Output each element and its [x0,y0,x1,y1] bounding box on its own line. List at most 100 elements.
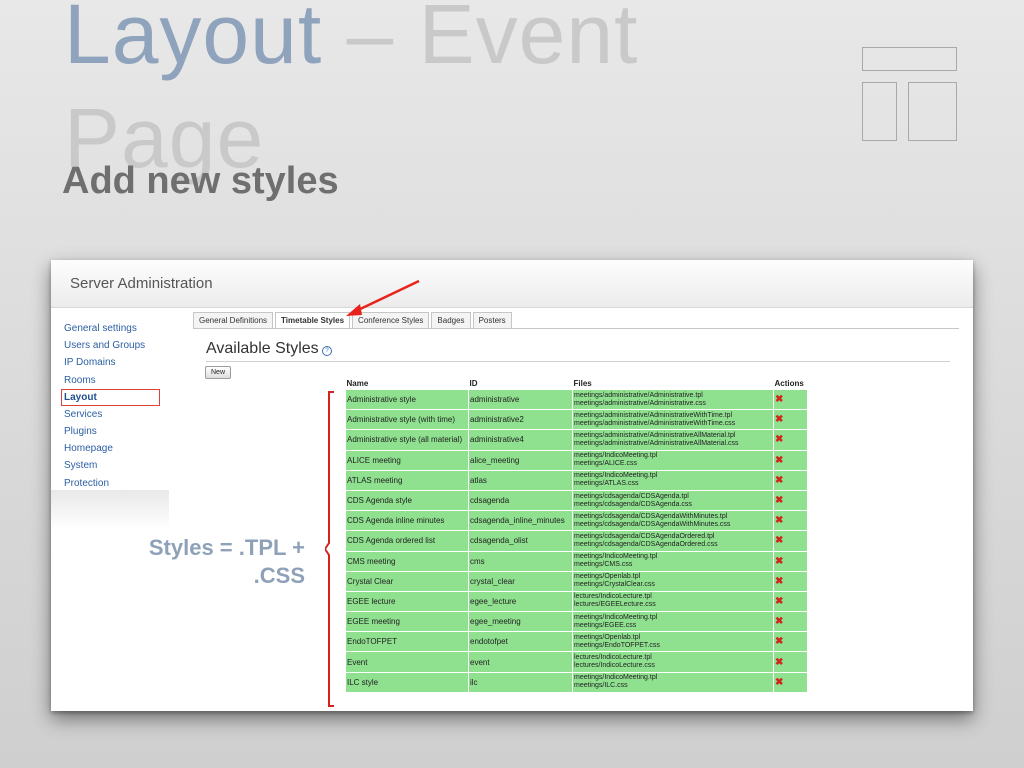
style-actions-cell: ✖ [773,388,808,411]
sidebar-item-plugins[interactable]: Plugins [63,423,173,440]
style-name-cell: ATLAS meeting [345,469,469,491]
css-file-path: meetings/administrative/AdministrativeWi… [574,419,736,427]
css-file-path: lectures/EGEELecture.css [574,601,656,609]
table-row: Administrative style (with time) administ… [345,409,808,431]
slide-subtitle: Add new styles [62,160,339,202]
table-row: Administrative style administrative meetin… [345,388,808,411]
table-row: CMS meeting cms meetings/IndicoMeeting.tpl… [345,550,808,572]
style-files-cell: meetings/cdsagenda/CDSAgendaWithMinutes.… [572,510,774,532]
style-actions-cell: ✖ [773,530,808,552]
style-files-cell: meetings/IndicoMeeting.tpl meetings/EGEE.… [572,611,774,633]
css-file-path: meetings/EGEE.css [574,621,637,629]
style-name-cell: ALICE meeting [345,449,469,471]
style-files-cell: meetings/administrative/Administrative.t… [572,388,774,411]
annotation-line-1: Styles = .TPL + [148,535,305,560]
sidebar-item-services[interactable]: Services [63,406,173,423]
column-header-files: Files [572,378,774,390]
new-style-button[interactable]: New [205,366,232,379]
tpl-file-path: meetings/Openlab.tpl [574,633,641,641]
table-row: Crystal Clear crystal_clear meetings/Openl… [345,570,808,592]
style-id-cell: cdsagenda_olist [468,530,573,552]
tab-badges[interactable]: Badges [431,312,471,328]
admin-title: Server Administration [70,275,213,292]
style-files-cell: meetings/IndicoMeeting.tpl meetings/ALICE… [572,449,774,471]
table-row: CDS Agenda inline minutes cdsagenda_inlin… [345,510,808,532]
tpl-file-path: meetings/cdsagenda/CDSAgendaWithMinutes.… [574,512,728,520]
layout-decoration-right [908,82,957,141]
layout-decoration-top [862,47,957,71]
delete-icon[interactable]: ✖ [775,576,783,587]
delete-icon[interactable]: ✖ [775,535,783,546]
delete-icon[interactable]: ✖ [775,394,783,405]
table-row: ATLAS meeting atlas meetings/IndicoMeeting… [345,469,808,491]
delete-icon[interactable]: ✖ [775,596,783,607]
sidebar-item-users-and-groups[interactable]: Users and Groups [63,337,173,354]
style-id-cell: cdsagenda [468,489,573,512]
style-name-cell: Administrative style (with time) [345,409,469,431]
style-name-cell: Event [345,651,469,673]
tab-posters[interactable]: Posters [472,312,512,328]
delete-icon[interactable]: ✖ [775,434,783,445]
style-name-cell: Administrative style (all material) [345,429,469,451]
style-files-cell: meetings/administrative/AdministrativeWi… [572,409,774,431]
sidebar-item-general-settings[interactable]: General settings [63,320,173,337]
tpl-file-path: meetings/IndicoMeeting.tpl [574,472,658,480]
delete-icon[interactable]: ✖ [775,677,783,688]
delete-icon[interactable]: ✖ [775,455,783,466]
help-icon[interactable]: ? [322,346,332,356]
style-actions-cell: ✖ [773,449,808,471]
css-file-path: meetings/cdsagenda/CDSAgenda.css [574,500,692,508]
tpl-file-path: meetings/administrative/AdministrativeAl… [574,431,736,439]
delete-icon[interactable]: ✖ [775,556,783,567]
sidebar-item-ip-domains[interactable]: IP Domains [63,354,173,371]
section-divider [206,361,950,362]
delete-icon[interactable]: ✖ [775,515,783,526]
style-name-cell: ILC style [345,671,469,693]
tab-general-definitions[interactable]: General Definitions [193,312,274,328]
style-name-cell: CDS Agenda ordered list [345,530,469,552]
sidebar-item-system[interactable]: System [63,457,173,474]
sidebar-fade [51,490,169,530]
annotation-text: Styles = .TPL + .CSS [100,534,305,590]
sidebar-item-rooms[interactable]: Rooms [63,372,173,389]
style-files-cell: meetings/IndicoMeeting.tpl meetings/CMS.c… [572,550,774,572]
style-files-cell: lectures/IndicoLecture.tpl lectures/Indic… [572,651,774,673]
style-id-cell: cms [468,550,573,572]
tpl-file-path: meetings/Openlab.tpl [574,573,641,581]
delete-icon[interactable]: ✖ [775,616,783,627]
delete-icon[interactable]: ✖ [775,475,783,486]
sidebar-item-layout[interactable]: Layout [61,388,160,406]
style-files-cell: meetings/cdsagenda/CDSAgenda.tpl meetings… [572,489,774,512]
delete-icon[interactable]: ✖ [775,495,783,506]
style-files-cell: meetings/IndicoMeeting.tpl meetings/ILC.c… [572,671,774,693]
style-actions-cell: ✖ [773,651,808,673]
admin-header: Server Administration [51,260,973,308]
sidebar-item-homepage[interactable]: Homepage [63,440,173,457]
table-row: ALICE meeting alice_meeting meetings/Indic… [345,449,808,471]
tpl-file-path: lectures/IndicoLecture.tpl [574,654,652,662]
delete-icon[interactable]: ✖ [775,657,783,668]
table-row: EGEE meeting egee_meeting meetings/IndicoM… [345,611,808,633]
annotation-line-2: .CSS [253,563,305,588]
style-id-cell: alice_meeting [468,449,573,471]
tab-divider [193,328,959,329]
style-name-cell: CDS Agenda style [345,489,469,512]
css-file-path: meetings/EndoTOFPET.css [574,641,660,649]
style-actions-cell: ✖ [773,489,808,512]
styles-table: Name ID Files Actions Administrative sty… [345,378,808,693]
delete-icon[interactable]: ✖ [775,414,783,425]
style-actions-cell: ✖ [773,611,808,633]
table-row: Administrative style (all material) admin… [345,429,808,451]
style-files-cell: meetings/cdsagenda/CDSAgendaOrdered.tpl m… [572,530,774,552]
delete-icon[interactable]: ✖ [775,636,783,647]
style-id-cell: administrative4 [468,429,573,451]
style-id-cell: endotofpet [468,631,573,653]
css-file-path: lectures/IndicoLecture.css [574,662,655,670]
style-id-cell: cdsagenda_inline_minutes [468,510,573,532]
tpl-file-path: meetings/IndicoMeeting.tpl [574,553,658,561]
css-file-path: meetings/administrative/AdministrativeAl… [574,439,739,447]
style-actions-cell: ✖ [773,570,808,592]
style-id-cell: ilc [468,671,573,693]
arrow-pointer-icon [346,279,420,316]
tpl-file-path: meetings/cdsagenda/CDSAgenda.tpl [574,492,689,500]
